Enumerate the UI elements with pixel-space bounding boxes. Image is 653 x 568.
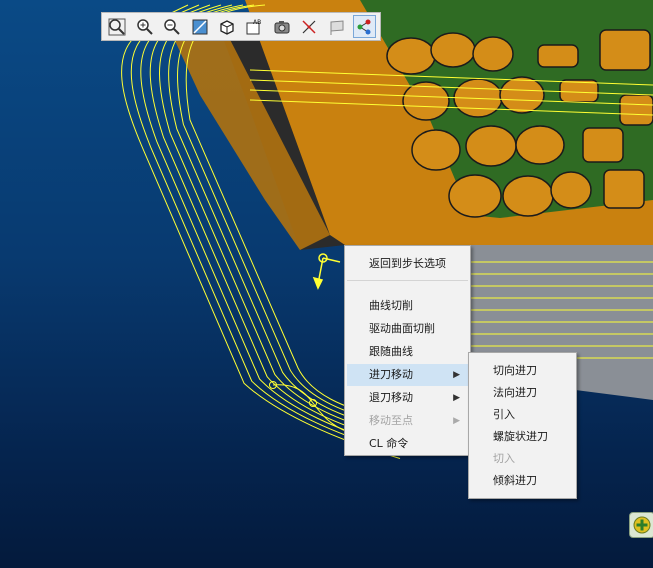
menu-item-label: 驱动曲面切削: [369, 322, 435, 335]
submenu-arrow-icon: ▶: [453, 393, 460, 403]
zoom-out-button[interactable]: [161, 15, 184, 38]
pcb-pad: [430, 32, 476, 68]
magnifier-icon: [108, 18, 126, 35]
navigator-button[interactable]: [629, 512, 653, 538]
entry-move-submenu: 切向进刀法向进刀引入螺旋状进刀切入倾斜进刀: [468, 352, 577, 499]
submenu-arrow-icon: ▶: [453, 416, 460, 426]
node-graph-icon: [357, 19, 371, 34]
pcb-pad-rect: [537, 44, 579, 68]
context-menu-item[interactable]: CL 命令: [347, 433, 468, 455]
cube-icon: [220, 19, 234, 35]
submenu-item[interactable]: 螺旋状进刀: [471, 426, 574, 448]
menu-item-label: 法向进刀: [493, 386, 537, 399]
zoom-out-icon: [164, 18, 180, 35]
view-orientation-button[interactable]: [216, 15, 239, 38]
plus-circle-icon: [633, 516, 651, 534]
context-menu-item[interactable]: 曲线切削: [347, 295, 468, 317]
menu-item-label: 倾斜进刀: [493, 474, 537, 487]
menu-item-label: 曲线切削: [369, 299, 413, 312]
menu-item-label: 返回到步长选项: [369, 257, 446, 270]
pcb-pad: [402, 81, 450, 121]
context-menu-item[interactable]: 返回到步长选项: [347, 253, 468, 275]
pcb-pad: [465, 125, 517, 167]
menu-item-label: 螺旋状进刀: [493, 430, 548, 443]
view-toolbar: AB: [101, 12, 381, 41]
zoom-in-button[interactable]: [133, 15, 156, 38]
menu-item-label: 切入: [493, 452, 515, 465]
pcb-pad: [502, 175, 554, 217]
pcb-pad: [411, 129, 461, 171]
context-menu-item[interactable]: 进刀移动 ▶: [347, 364, 468, 386]
menu-item-label: 引入: [493, 408, 515, 421]
snapshot-button[interactable]: [270, 15, 293, 38]
section-button[interactable]: [325, 15, 348, 38]
pcb-pad: [499, 76, 545, 114]
flag-icon: [330, 19, 344, 35]
menu-item-label: 退刀移动: [369, 391, 413, 404]
annotation-button[interactable]: AB: [243, 15, 266, 38]
pcb-pad-rect: [599, 29, 651, 71]
menu-item-label: CL 命令: [369, 437, 409, 450]
tool-axis-marker: [312, 253, 341, 290]
pcb-pad: [550, 171, 592, 209]
menu-separator: [347, 280, 468, 281]
submenu-item[interactable]: 法向进刀: [471, 382, 574, 404]
zoom-in-icon: [137, 18, 153, 35]
menu-item-label: 进刀移动: [369, 368, 413, 381]
submenu-item[interactable]: 切向进刀: [471, 360, 574, 382]
menu-item-label: 切向进刀: [493, 364, 537, 377]
ab-annotation-icon: AB: [246, 19, 262, 34]
submenu-item[interactable]: 倾斜进刀: [471, 470, 574, 492]
node-graph-button[interactable]: [352, 15, 376, 38]
pcb-pad-rect: [619, 94, 653, 126]
camera-icon: [274, 20, 290, 33]
pcb-pad: [515, 125, 565, 165]
shaded-face-icon: [192, 19, 208, 34]
pcb-pad-rect: [559, 79, 599, 103]
menu-item-label: 跟随曲线: [369, 345, 413, 358]
menu-item-label: 移动至点: [369, 414, 413, 427]
context-menu-item[interactable]: 跟随曲线: [347, 341, 468, 363]
pcb-pad-rect: [582, 127, 624, 163]
toolpath-display-button[interactable]: [298, 15, 321, 38]
context-menu-item[interactable]: 退刀移动 ▶: [347, 387, 468, 409]
svg-text:AB: AB: [253, 19, 261, 26]
submenu-arrow-icon: ▶: [453, 370, 460, 380]
zoom-fit-button[interactable]: [106, 15, 129, 38]
pcb-pad: [448, 174, 502, 218]
submenu-item: 切入: [471, 448, 574, 470]
context-menu-item: 移动至点 ▶: [347, 410, 468, 432]
context-menu-item[interactable]: 驱动曲面切削: [347, 318, 468, 340]
submenu-item[interactable]: 引入: [471, 404, 574, 426]
pcb-pad: [386, 37, 436, 75]
shaded-view-button[interactable]: [188, 15, 211, 38]
pcb-pad: [472, 36, 514, 72]
xyz-axes-icon: [302, 19, 316, 34]
pcb-pad-rect: [603, 169, 645, 209]
cad-viewport[interactable]: AB 返回到步长选项 曲线切削驱动曲面切削 跟随曲线进刀移动 ▶ 退刀移动 ▶ 移动至点 ▶ C…: [0, 0, 653, 568]
context-menu: 返回到步长选项 曲线切削驱动曲面切削 跟随曲线进刀移动 ▶ 退刀移动 ▶ 移动至点 ▶ CL 命…: [344, 245, 471, 456]
